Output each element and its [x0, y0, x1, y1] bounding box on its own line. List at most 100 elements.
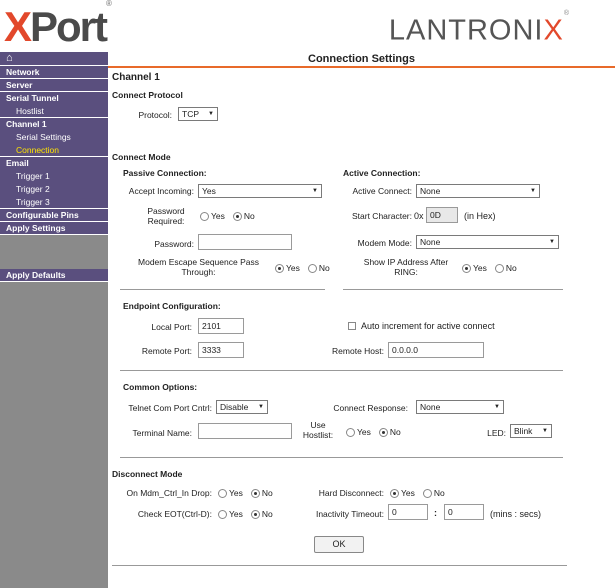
sidebar-item-configurable-pins[interactable]: Configurable Pins — [0, 209, 108, 222]
remote-port-field[interactable]: 3333 — [198, 342, 244, 358]
accept-incoming-label: Accept Incoming: — [128, 186, 194, 196]
active-connect-select[interactable]: None ▼ — [416, 184, 540, 198]
modem-mode-select[interactable]: None ▼ — [416, 235, 559, 249]
show-ip-no[interactable]: No — [494, 263, 517, 273]
common-options-heading: Common Options: — [123, 382, 198, 392]
chevron-down-icon: ▼ — [530, 188, 536, 194]
sidebar-item-serial-settings[interactable]: Serial Settings — [0, 131, 108, 144]
password-label: Password: — [154, 239, 194, 249]
hard-disconnect-no[interactable]: No — [422, 488, 445, 498]
modem-mode-value: None — [420, 237, 441, 247]
radio-yes-icon[interactable] — [390, 488, 399, 498]
inactivity-units: (mins : secs) — [490, 509, 542, 519]
terminal-name-field[interactable] — [198, 423, 292, 439]
modem-escape-no[interactable]: No — [307, 263, 330, 273]
on-mdm-ctrl-label: On Mdm_Ctrl_In Drop: — [126, 488, 213, 498]
use-hostlist-no[interactable]: No — [378, 427, 401, 437]
inactivity-seconds-field[interactable]: 0 — [444, 504, 484, 520]
connect-protocol-heading: Connect Protocol — [112, 90, 183, 100]
sidebar-item-serial-tunnel[interactable]: Serial Tunnel — [0, 92, 108, 105]
hard-disconnect-yes[interactable]: Yes — [390, 488, 415, 498]
sidebar-item-trigger-1[interactable]: Trigger 1 — [0, 170, 108, 183]
modem-escape-radio-group: Yes No — [275, 263, 338, 273]
led-select[interactable]: Blink ▼ — [510, 424, 552, 438]
sidebar-item-server[interactable]: Server — [0, 79, 108, 92]
sidebar-item-hostlist[interactable]: Hostlist — [0, 105, 108, 118]
page-title: Connection Settings — [108, 52, 615, 68]
on-mdm-ctrl-no[interactable]: No — [250, 488, 273, 498]
protocol-select[interactable]: TCP ▼ — [178, 107, 218, 121]
password-required-label-line2: Required: — [147, 216, 185, 226]
radio-no-icon[interactable] — [307, 263, 317, 273]
use-hostlist-label: Use Hostlist: — [298, 420, 338, 440]
chevron-down-icon: ▼ — [312, 188, 318, 194]
inactivity-minutes-field[interactable]: 0 — [388, 504, 428, 520]
radio-yes-icon[interactable] — [346, 427, 355, 437]
sidebar-item-apply-defaults[interactable]: Apply Defaults — [0, 269, 108, 282]
ok-button[interactable]: OK — [314, 536, 364, 553]
password-required-no[interactable]: No — [232, 211, 255, 221]
sidebar-item-trigger-3[interactable]: Trigger 3 — [0, 196, 108, 209]
radio-yes-label: Yes — [211, 211, 225, 221]
home-icon[interactable]: ⌂ — [0, 52, 108, 66]
telnet-com-port-select[interactable]: Disable ▼ — [216, 400, 268, 414]
radio-yes-icon[interactable] — [275, 263, 284, 273]
radio-no-label: No — [433, 488, 445, 498]
active-connect-value: None — [420, 186, 441, 196]
on-mdm-ctrl-radio-group: Yes No — [218, 488, 281, 498]
radio-no-icon[interactable] — [232, 211, 242, 221]
show-ip-label-line2: RING: — [394, 267, 418, 277]
password-required-yes[interactable]: Yes — [200, 211, 225, 221]
radio-yes-icon[interactable] — [218, 509, 227, 519]
use-hostlist-yes[interactable]: Yes — [346, 427, 371, 437]
divider — [120, 370, 563, 371]
chevron-down-icon: ▼ — [549, 239, 555, 245]
radio-no-icon[interactable] — [250, 488, 260, 498]
sidebar-item-trigger-2[interactable]: Trigger 2 — [0, 183, 108, 196]
accept-incoming-select[interactable]: Yes ▼ — [198, 184, 322, 198]
divider — [112, 565, 567, 566]
password-field[interactable] — [198, 234, 292, 250]
led-value: Blink — [514, 426, 533, 436]
modem-mode-label: Modem Mode: — [357, 238, 412, 248]
local-port-field[interactable]: 2101 — [198, 318, 244, 334]
radio-yes-label: Yes — [229, 488, 243, 498]
channel-heading: Channel 1 — [112, 72, 160, 83]
protocol-label: Protocol: — [138, 110, 172, 120]
connect-response-select[interactable]: None ▼ — [416, 400, 504, 414]
radio-no-icon[interactable] — [378, 427, 388, 437]
show-ip-label: Show IP Address After RING: — [356, 257, 456, 277]
auto-increment-label: Auto increment for active connect — [361, 321, 495, 331]
check-eot-no[interactable]: No — [250, 509, 273, 519]
telnet-com-port-label: Telnet Com Port Cntrl: — [128, 403, 212, 413]
connect-mode-heading: Connect Mode — [112, 152, 171, 162]
sidebar-item-apply-settings[interactable]: Apply Settings — [0, 222, 108, 235]
check-eot-yes[interactable]: Yes — [218, 509, 243, 519]
show-ip-yes[interactable]: Yes — [462, 263, 487, 273]
divider — [343, 289, 563, 290]
radio-yes-icon[interactable] — [462, 263, 471, 273]
auto-increment-option[interactable]: Auto increment for active connect — [348, 321, 495, 331]
radio-no-icon[interactable] — [250, 509, 260, 519]
sidebar-item-network[interactable]: Network — [0, 66, 108, 79]
sidebar-item-channel-1[interactable]: Channel 1 — [0, 118, 108, 131]
start-character-field[interactable]: 0D — [426, 207, 458, 223]
remote-host-field[interactable]: 0.0.0.0 — [388, 342, 484, 358]
radio-yes-icon[interactable] — [200, 211, 209, 221]
show-ip-label-line1: Show IP Address After — [363, 257, 449, 267]
modem-escape-yes[interactable]: Yes — [275, 263, 300, 273]
radio-no-icon[interactable] — [494, 263, 504, 273]
xport-logo: XPort® — [4, 0, 112, 50]
start-character-label: Start Character: — [352, 211, 412, 221]
sidebar-item-email[interactable]: Email — [0, 157, 108, 170]
on-mdm-ctrl-yes[interactable]: Yes — [218, 488, 243, 498]
sidebar-item-connection[interactable]: Connection — [0, 144, 108, 157]
check-eot-label: Check EOT(Ctrl-D): — [137, 509, 212, 519]
start-character-prefix: 0x — [414, 211, 424, 221]
use-hostlist-radio-group: Yes No — [346, 427, 409, 437]
radio-no-icon[interactable] — [422, 488, 432, 498]
auto-increment-checkbox[interactable] — [348, 322, 356, 330]
lantronix-logo: LANTRONIX® — [388, 10, 569, 47]
radio-yes-icon[interactable] — [218, 488, 227, 498]
radio-no-label: No — [318, 263, 330, 273]
